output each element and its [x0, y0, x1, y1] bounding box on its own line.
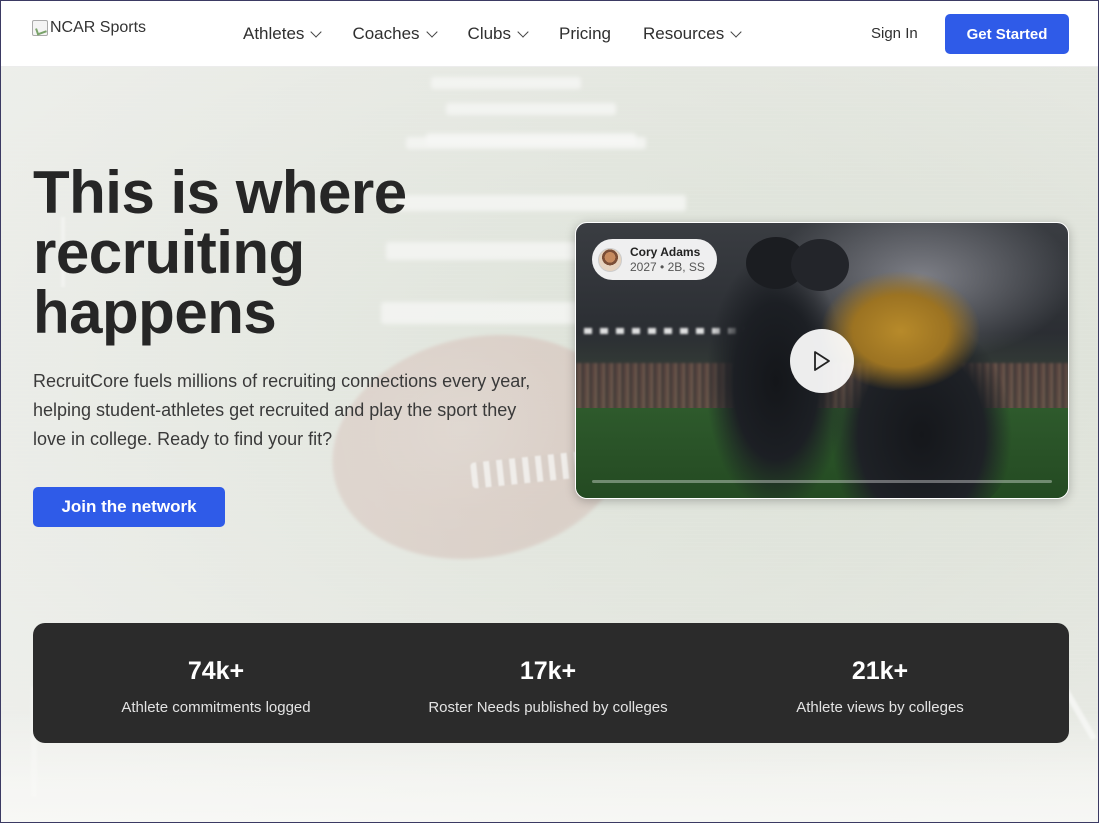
athlete-name: Cory Adams — [630, 244, 701, 259]
stat-item: 21k+ Athlete views by colleges — [755, 623, 1005, 743]
play-icon — [814, 351, 830, 371]
main-nav: Athletes Coaches Clubs Pricing Resources — [243, 1, 772, 67]
chevron-down-icon — [517, 26, 529, 38]
hero-title: This is where recruiting happens — [33, 163, 473, 343]
chevron-down-icon — [310, 26, 323, 38]
hero-title-line: recruiting — [33, 219, 305, 286]
site-header: NCAR Sports Athletes Coaches Clubs Prici… — [1, 1, 1098, 67]
stat-item: 74k+ Athlete commitments logged — [91, 623, 341, 743]
nav-item-clubs[interactable]: Clubs — [467, 24, 529, 44]
nav-label: Resources — [642, 24, 725, 43]
nav-item-pricing[interactable]: Pricing — [559, 24, 611, 44]
play-button[interactable] — [790, 329, 854, 393]
stats-bar: 74k+ Athlete commitments logged 17k+ Ros… — [33, 623, 1069, 743]
get-started-button[interactable]: Get Started — [945, 14, 1069, 54]
nav-label: Pricing — [559, 24, 611, 43]
chevron-down-icon — [425, 26, 438, 38]
stat-label: Athlete views by colleges — [796, 699, 964, 716]
video-player[interactable]: Cory Adams 2027 • 2B, SS — [575, 222, 1069, 499]
join-network-button[interactable]: Join the network — [33, 487, 225, 527]
stat-value: 17k+ — [519, 657, 577, 685]
hero-description: RecruitCore fuels millions of recruiting… — [33, 371, 531, 449]
stat-value: 74k+ — [187, 657, 245, 685]
logo-text: NCAR Sports — [50, 19, 147, 36]
stat-label: Roster Needs published by colleges — [428, 699, 668, 716]
stat-value: 21k+ — [851, 657, 909, 685]
avatar — [598, 247, 622, 272]
sign-in-link[interactable]: Sign In — [871, 25, 918, 42]
athlete-meta: 2027 • 2B, SS — [630, 259, 705, 274]
nav-item-athletes[interactable]: Athletes — [243, 24, 323, 44]
chevron-down-icon — [730, 26, 742, 38]
nav-item-resources[interactable]: Resources — [642, 24, 742, 44]
broken-image-icon — [32, 20, 48, 36]
stat-item: 17k+ Roster Needs published by colleges — [423, 623, 673, 743]
nav-label: Athletes — [243, 24, 305, 43]
hero-title-line: happens — [33, 279, 277, 346]
nav-label: Clubs — [467, 24, 512, 43]
video-progress-bar[interactable] — [592, 480, 1052, 483]
nav-label: Coaches — [352, 24, 420, 43]
athlete-badge[interactable]: Cory Adams 2027 • 2B, SS — [592, 239, 717, 280]
stat-label: Athlete commitments logged — [121, 699, 311, 716]
logo[interactable]: NCAR Sports — [32, 19, 146, 37]
nav-item-coaches[interactable]: Coaches — [352, 24, 438, 44]
hero-title-line: This is where — [33, 159, 407, 226]
